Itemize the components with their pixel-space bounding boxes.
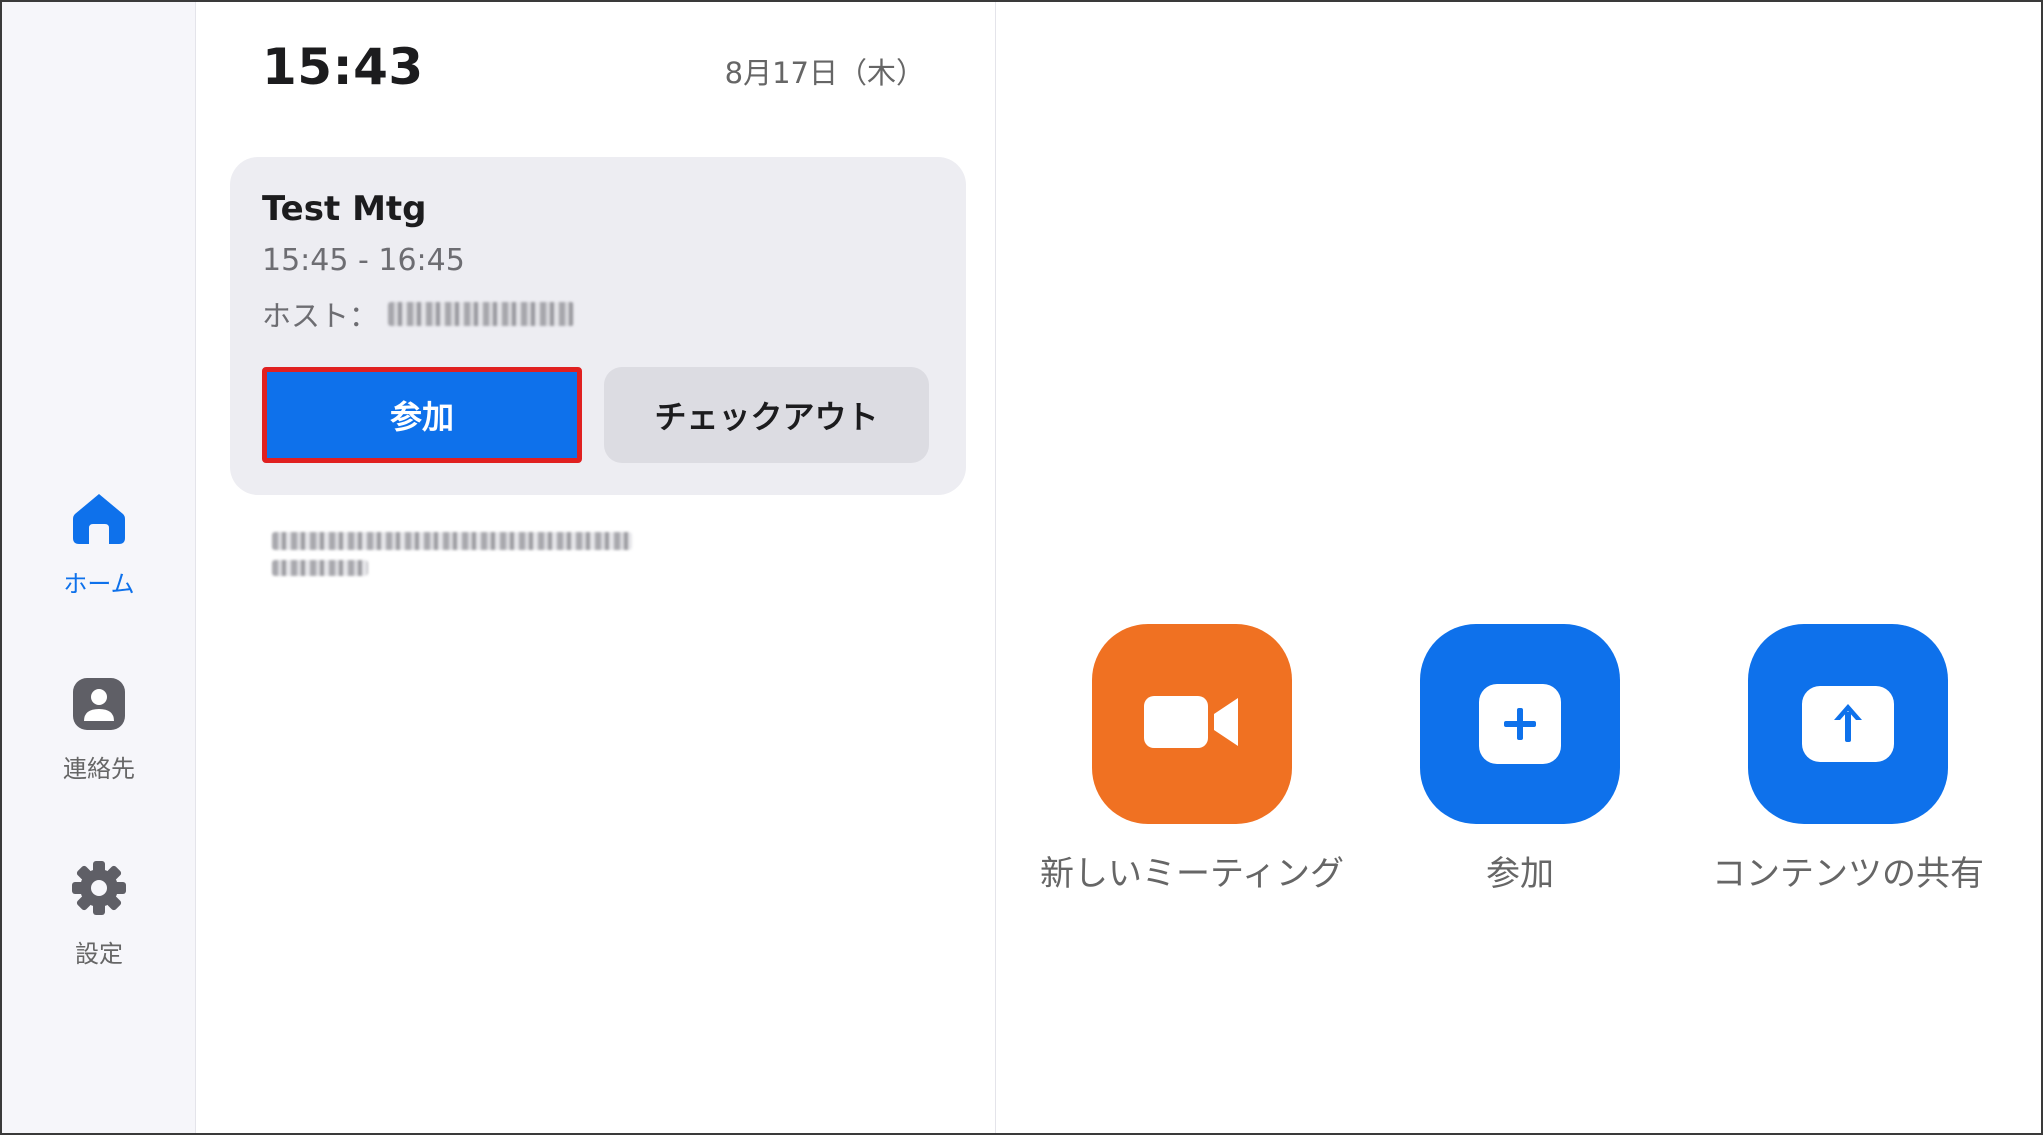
sidebar-item-home[interactable]: ホーム — [2, 492, 196, 599]
new-meeting-tile[interactable] — [1092, 624, 1292, 824]
plus-icon — [1479, 684, 1561, 764]
join-tile[interactable] — [1420, 624, 1620, 824]
share-content-button[interactable]: コンテンツの共有 — [1668, 624, 2028, 895]
join-meeting-button[interactable]: 参加 — [1340, 624, 1700, 895]
join-button[interactable]: 参加 — [262, 367, 582, 463]
sidebar-item-label: ホーム — [63, 570, 135, 598]
new-meeting-label: 新しいミーティング — [1040, 854, 1344, 894]
sidebar-item-settings[interactable]: 設定 — [2, 860, 196, 969]
checkout-button[interactable]: チェックアウト — [604, 367, 929, 463]
sidebar-item-contacts[interactable]: 連絡先 — [2, 677, 196, 784]
home-icon — [71, 492, 127, 550]
share-content-label: コンテンツの共有 — [1712, 854, 1984, 894]
host-label: ホスト： — [262, 299, 379, 333]
redacted-host-name — [388, 302, 575, 326]
sidebar-item-label: 連絡先 — [63, 755, 135, 783]
meeting-host: ホスト： — [262, 293, 575, 335]
date: 8月17日（木） — [724, 56, 925, 90]
contact-icon — [72, 677, 126, 735]
redacted-meeting-line — [272, 532, 632, 550]
meeting-title: Test Mtg — [262, 189, 427, 229]
meeting-list-panel: 15:43 8月17日（木） Test Mtg 15:45 - 16:45 ホス… — [196, 2, 996, 1133]
join-label: 参加 — [1486, 854, 1554, 894]
sidebar-item-label: 設定 — [75, 940, 123, 968]
new-meeting-button[interactable]: 新しいミーティング — [1012, 624, 1372, 895]
video-camera-icon — [1142, 690, 1242, 758]
meeting-time: 15:45 - 16:45 — [262, 243, 465, 278]
clock: 15:43 — [262, 38, 424, 96]
sidebar: ホーム 連絡先 設定 — [2, 2, 196, 1133]
upload-arrow-icon — [1802, 686, 1894, 762]
redacted-meeting-line — [272, 560, 368, 576]
share-tile[interactable] — [1748, 624, 1948, 824]
app-window: ホーム 連絡先 設定 15:43 8月17日（木） Test Mtg 15:45… — [0, 0, 2043, 1135]
meeting-card[interactable]: Test Mtg 15:45 - 16:45 ホスト： 参加 チェックアウト — [230, 157, 966, 495]
gear-icon — [71, 860, 127, 920]
